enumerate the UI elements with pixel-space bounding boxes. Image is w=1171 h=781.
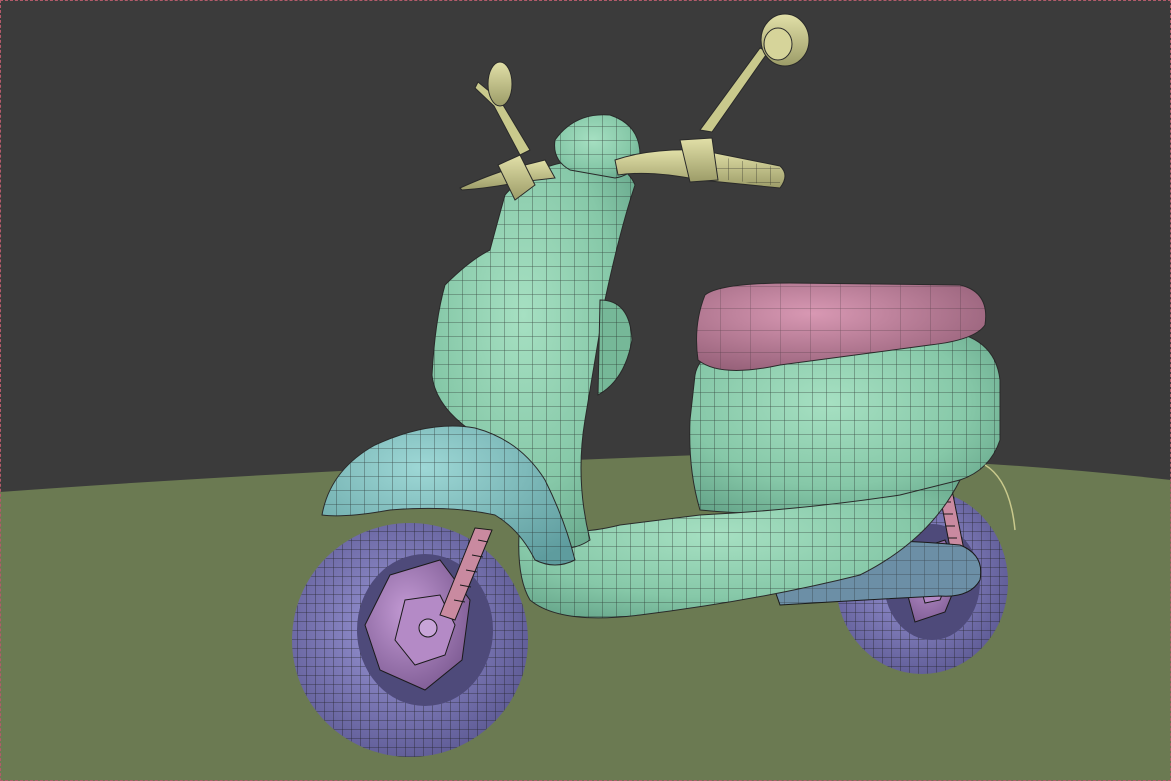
3d-viewport[interactable] [0,0,1171,781]
viewport-canvas[interactable] [0,0,1171,781]
front-wheel[interactable] [292,523,528,757]
